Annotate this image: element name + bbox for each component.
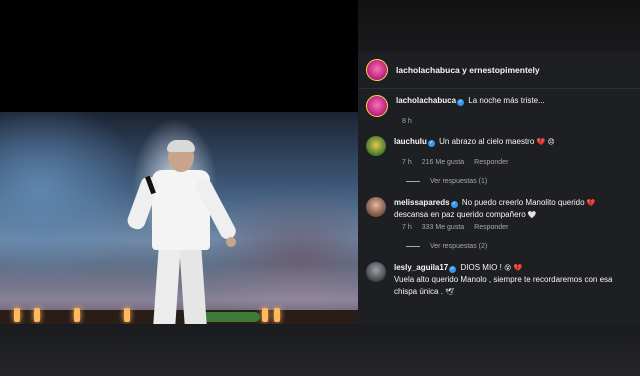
avatar[interactable]: [366, 197, 386, 217]
singer-hair: [167, 140, 195, 152]
singer-hand: [226, 237, 236, 247]
comment-meta: 7 h 216 Me gusta Responder: [402, 159, 640, 166]
stage-light: [74, 308, 80, 322]
comment-time: 7 h: [402, 159, 412, 166]
comment-text-line2: descansa en paz querido compañero: [394, 210, 526, 219]
emoji-group: 😵 💔: [504, 264, 523, 272]
verified-icon: ✓: [449, 266, 457, 273]
reply-button[interactable]: Responder: [474, 224, 508, 231]
comment-text: La noche más triste...: [468, 96, 545, 105]
comments-panel: lacholachabuca y ernestopimentely lachol…: [358, 52, 640, 324]
verified-icon: ✓: [457, 99, 465, 106]
like-count[interactable]: 333 Me gusta: [422, 224, 464, 231]
white-heart-emoji: 🤍: [527, 211, 537, 219]
comment-meta: 8 h: [402, 118, 640, 125]
comment-item: lauchulu ✓ Un abrazo al cielo maestro 💔 😞…: [358, 136, 640, 185]
comment-body: melissapareds ✓ No puedo creerlo Manolito…: [394, 197, 619, 221]
avatar[interactable]: [366, 59, 388, 81]
like-count[interactable]: 216 Me gusta: [422, 159, 464, 166]
stage-light: [34, 308, 40, 322]
comment-text-line2: Vuela alto querido Manolo , siempre te r…: [394, 275, 613, 296]
avatar[interactable]: [366, 262, 386, 282]
view-replies[interactable]: Ver respuestas (1): [406, 178, 640, 185]
stage-light: [262, 308, 268, 322]
comment-body: lacholachabuca ✓ La noche más triste...: [396, 95, 621, 107]
comment-username[interactable]: melissapareds: [394, 198, 450, 207]
comment-body: lesly_aguila17 ✓ DIOS MIO ! 😵 💔 Vuela alt…: [394, 262, 619, 298]
view-replies-label[interactable]: Ver respuestas (2): [430, 243, 487, 250]
avatar[interactable]: [366, 95, 388, 117]
verified-icon: ✓: [450, 201, 458, 208]
singer-leg: [153, 245, 181, 324]
avatar[interactable]: [366, 136, 386, 156]
stage-light: [14, 308, 20, 322]
top-shade: [358, 0, 640, 52]
comment-text: DIOS MIO !: [460, 263, 502, 272]
divider-line: [406, 246, 420, 247]
broken-heart-emoji: 💔 😞: [536, 138, 555, 146]
comment-item: lesly_aguila17 ✓ DIOS MIO ! 😵 💔 Vuela alt…: [358, 262, 640, 298]
verified-icon: ✓: [427, 140, 435, 147]
comment-text: Un abrazo al cielo maestro: [439, 137, 535, 146]
singer-leg: [179, 245, 207, 324]
bottom-bar: [0, 324, 640, 376]
singer-figure: [125, 140, 240, 324]
view-replies-label[interactable]: Ver respuestas (1): [430, 178, 487, 185]
reply-button[interactable]: Responder: [474, 159, 508, 166]
stage-light: [274, 308, 280, 322]
divider-line: [406, 181, 420, 182]
comment-time: 7 h: [402, 224, 412, 231]
comment-username[interactable]: lauchulu: [394, 137, 427, 146]
comment-username[interactable]: lacholachabuca: [396, 96, 456, 105]
comment-meta: 7 h 333 Me gusta Responder: [402, 224, 640, 231]
comment-time: 8 h: [402, 118, 412, 125]
post-photo: [0, 112, 358, 324]
broken-heart-emoji: 💔: [586, 199, 596, 207]
comment-text: No puedo creerlo Manolito querido: [461, 198, 585, 207]
comment-item: melissapareds ✓ No puedo creerlo Manolito…: [358, 197, 640, 250]
caption-comment: lacholachabuca ✓ La noche más triste... 8…: [358, 95, 640, 125]
dove-emoji: 🕊: [445, 288, 455, 296]
post-header: lacholachabuca y ernestopimentely: [358, 52, 640, 89]
view-replies[interactable]: Ver respuestas (2): [406, 243, 640, 250]
comment-username[interactable]: lesly_aguila17: [394, 263, 448, 272]
post-author-username[interactable]: lacholachabuca y ernestopimentely: [396, 65, 540, 75]
comment-body: lauchulu ✓ Un abrazo al cielo maestro 💔 😞: [394, 136, 619, 148]
